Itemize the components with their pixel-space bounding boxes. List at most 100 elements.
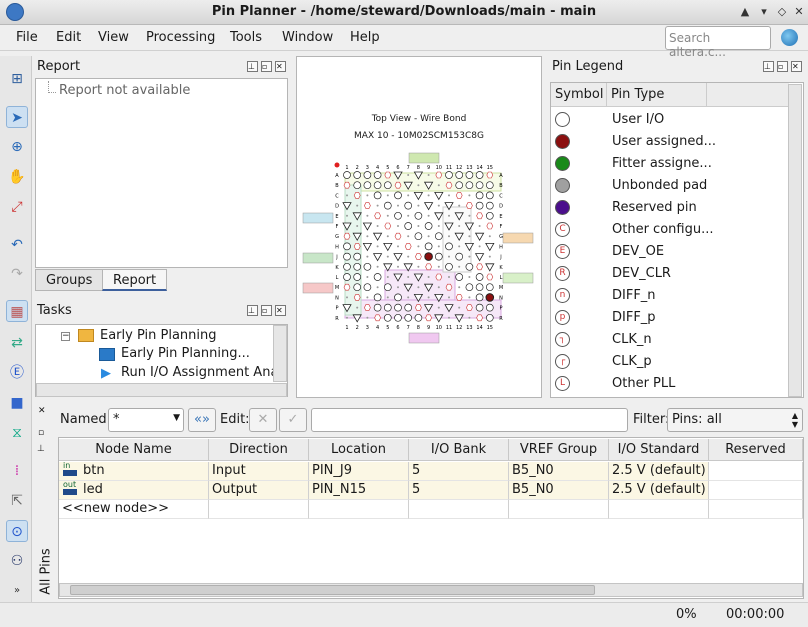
close-panel-icon[interactable]: ✕ <box>275 61 286 72</box>
col-vref-group[interactable]: VREF Group <box>509 439 609 461</box>
hand-icon[interactable]: ✋ <box>6 166 28 188</box>
close-panel-icon[interactable]: ✕ <box>275 305 286 316</box>
new-node-cell[interactable]: <<new node>> <box>59 500 209 519</box>
pin-panel-icon[interactable]: ⊥ <box>247 61 258 72</box>
cell-reserved[interactable] <box>709 462 803 481</box>
row-label: E <box>335 214 338 220</box>
column-label: 13 <box>466 325 472 331</box>
cell-direction[interactable]: Output <box>209 481 309 500</box>
menu-window[interactable]: Window <box>282 30 333 45</box>
pin-triangle <box>434 192 444 201</box>
row-label: B <box>499 183 503 189</box>
zoom-icon[interactable]: ⊕ <box>6 136 28 158</box>
pin-panel-icon[interactable]: ⊥ <box>763 61 774 72</box>
legend-label: Other configu... <box>612 222 714 237</box>
tasks-hscrollbar[interactable] <box>36 383 287 397</box>
task-item-early-pin-planning[interactable]: Early Pin Planning <box>100 328 217 343</box>
col-io-standard[interactable]: I/O Standard <box>609 439 709 461</box>
pin-icon[interactable]: ⊙ <box>6 520 28 542</box>
task-item-run-io[interactable]: Run I/O Assignment Analy <box>121 365 287 380</box>
tasks-vscrollbar[interactable] <box>273 325 287 382</box>
bank-callout <box>408 332 440 344</box>
cell-location[interactable]: PIN_N15 <box>309 481 409 500</box>
binoculars-icon[interactable]: ⚇ <box>6 550 28 572</box>
clock-icon[interactable]: ⧖ <box>6 422 28 444</box>
diff-pins-icon[interactable]: ⁞ <box>6 460 28 482</box>
accept-edit-button[interactable]: ✓ <box>279 408 307 432</box>
package-view-icon[interactable]: ▦ <box>6 300 28 322</box>
pin-triangle <box>485 243 495 252</box>
cell-io-bank[interactable]: 5 <box>409 481 509 500</box>
close-icon[interactable]: ✕ <box>792 5 806 19</box>
menu-help[interactable]: Help <box>350 30 380 45</box>
cell-vref-group[interactable]: B5_N0 <box>509 481 609 500</box>
legend-vscrollbar[interactable] <box>788 84 802 397</box>
redo-icon[interactable]: ↷ <box>6 263 28 285</box>
cell-direction[interactable]: Input <box>209 462 309 481</box>
float-panel-icon[interactable]: ▫ <box>261 305 272 316</box>
menu-tools[interactable]: Tools <box>230 30 262 45</box>
col-node-name[interactable]: Node Name <box>59 439 209 461</box>
apply-filter-button[interactable]: «» <box>188 408 216 432</box>
float-panel-icon[interactable]: ▫ <box>777 61 788 72</box>
collapse-icon[interactable]: − <box>61 332 70 341</box>
chevron-down-icon[interactable]: ▼ <box>173 413 180 423</box>
tab-groups[interactable]: Groups <box>35 269 104 291</box>
show-pins-icon[interactable]: ⇱ <box>6 490 28 512</box>
col-reserved[interactable]: Reserved <box>709 439 803 461</box>
float-panel-icon[interactable]: ▫ <box>261 61 272 72</box>
minimize-icon[interactable]: ▾ <box>757 5 771 19</box>
pin-hex <box>435 171 443 179</box>
cell-node-name[interactable]: led <box>59 481 209 500</box>
pin-panel-icon[interactable]: ⊥ <box>37 444 45 454</box>
table-hscrollbar[interactable] <box>59 583 803 597</box>
play-icon[interactable]: ▶ <box>101 366 111 381</box>
blocks-icon[interactable]: ■ <box>6 392 28 414</box>
undo-icon[interactable]: ↶ <box>6 234 28 256</box>
pin-planner-icon[interactable]: ⊞ <box>6 68 28 90</box>
pin-panel-icon[interactable]: ⊥ <box>247 305 258 316</box>
shade-icon[interactable]: ▲ <box>738 5 752 19</box>
cell-location[interactable]: PIN_J9 <box>309 462 409 481</box>
menu-file[interactable]: File <box>16 30 38 45</box>
maximize-icon[interactable]: ◇ <box>775 5 789 19</box>
col-io-bank[interactable]: I/O Bank <box>409 439 509 461</box>
pin-dot <box>407 255 410 258</box>
tab-report[interactable]: Report <box>102 269 168 291</box>
pin-dot <box>407 296 410 299</box>
close-panel-icon[interactable]: ✕ <box>791 61 802 72</box>
edit-input[interactable] <box>311 408 628 432</box>
col-location[interactable]: Location <box>309 439 409 461</box>
pin-dot <box>448 276 450 278</box>
cell-node-name[interactable]: btn <box>59 462 209 481</box>
menu-view[interactable]: View <box>98 30 129 45</box>
pin-grid[interactable]: 1122334455667788991010111112121313141415… <box>297 57 543 399</box>
cancel-edit-button[interactable]: ✕ <box>249 408 277 432</box>
search-input[interactable]: Search altera.c... <box>665 26 771 59</box>
spinner-icon[interactable]: ▲ ▼ <box>792 411 798 429</box>
package-view[interactable]: Top View - Wire Bond MAX 10 - 10M02SCM15… <box>296 56 542 398</box>
fit-view-icon[interactable]: ⤢ <box>6 196 28 218</box>
pin-hex <box>476 263 483 271</box>
menu-edit[interactable]: Edit <box>56 30 81 45</box>
cell-io-standard[interactable]: 2.5 V (default) <box>609 481 709 500</box>
cell-vref-group[interactable]: B5_N0 <box>509 462 609 481</box>
io-bank-icon[interactable]: ⇄ <box>6 332 28 354</box>
cell-io-bank[interactable]: 5 <box>409 462 509 481</box>
cell-io-standard[interactable]: 2.5 V (default) <box>609 462 709 481</box>
pin-triangle <box>423 202 434 211</box>
cell-reserved[interactable] <box>709 481 803 500</box>
col-direction[interactable]: Direction <box>209 439 309 461</box>
more-tools-icon[interactable]: » <box>6 580 28 602</box>
named-input[interactable]: * ▼ <box>108 408 184 432</box>
scroll-thumb[interactable] <box>70 585 595 595</box>
float-panel-icon[interactable]: ▫ <box>38 428 44 438</box>
globe-icon[interactable] <box>781 29 798 46</box>
task-item-early-pin-planning-action[interactable]: Early Pin Planning... <box>121 346 250 361</box>
filter-select[interactable]: Pins: all ▲ ▼ <box>667 408 803 432</box>
edge-icon[interactable]: Ⓔ <box>6 362 28 384</box>
pointer-icon[interactable]: ➤ <box>6 106 28 128</box>
legend-symbol-icon <box>555 134 570 149</box>
close-panel-icon[interactable]: ✕ <box>38 406 46 416</box>
menu-processing[interactable]: Processing <box>146 30 215 45</box>
